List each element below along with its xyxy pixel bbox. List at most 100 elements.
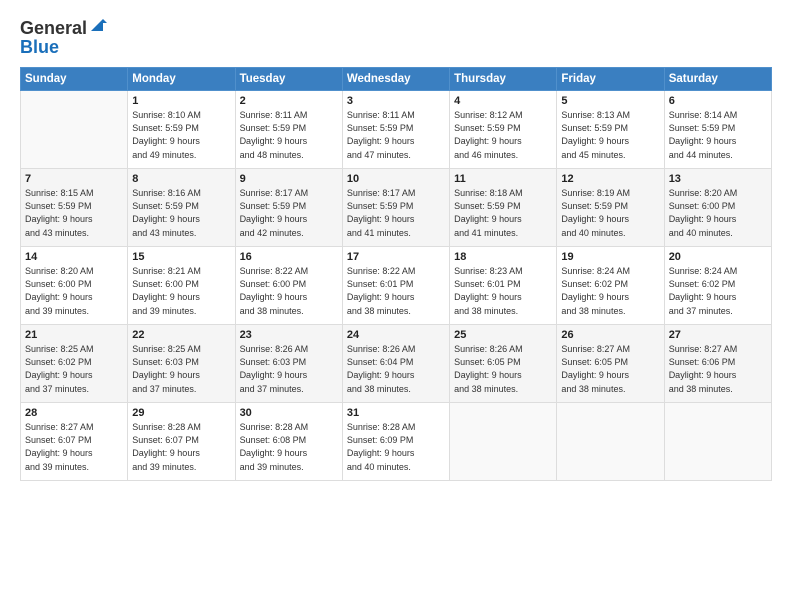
day-info: Sunrise: 8:15 AMSunset: 5:59 PMDaylight:… xyxy=(25,187,123,239)
calendar-cell: 28Sunrise: 8:27 AMSunset: 6:07 PMDayligh… xyxy=(21,403,128,481)
day-header-wednesday: Wednesday xyxy=(342,68,449,91)
calendar-cell: 12 Sunrise: 8:19 AMSunset: 5:59 PMDayligh… xyxy=(557,169,664,247)
calendar-cell: 8 Sunrise: 8:16 AMSunset: 5:59 PMDaylight… xyxy=(128,169,235,247)
calendar-cell xyxy=(557,403,664,481)
calendar-cell: 14 Sunrise: 8:20 AMSunset: 6:00 PMDayligh… xyxy=(21,247,128,325)
day-info: Sunrise: 8:16 AMSunset: 5:59 PMDaylight:… xyxy=(132,187,230,239)
calendar-cell: 4 Sunrise: 8:12 AMSunset: 5:59 PMDaylight… xyxy=(450,91,557,169)
logo-blue: Blue xyxy=(20,37,107,58)
logo-general: General xyxy=(20,18,87,39)
calendar-cell: 25 Sunrise: 8:26 AMSunset: 6:05 PMDayligh… xyxy=(450,325,557,403)
day-number: 2 xyxy=(240,95,338,107)
day-info: Sunrise: 8:19 AMSunset: 5:59 PMDaylight:… xyxy=(561,187,659,239)
day-number: 27 xyxy=(669,329,767,341)
day-number: 29 xyxy=(132,407,230,419)
calendar-cell: 23 Sunrise: 8:26 AMSunset: 6:03 PMDayligh… xyxy=(235,325,342,403)
header: General Blue xyxy=(20,18,772,57)
header-row: SundayMondayTuesdayWednesdayThursdayFrid… xyxy=(21,68,772,91)
day-header-thursday: Thursday xyxy=(450,68,557,91)
day-info: Sunrise: 8:14 AMSunset: 5:59 PMDaylight:… xyxy=(669,109,767,161)
day-number: 17 xyxy=(347,251,445,263)
day-number: 26 xyxy=(561,329,659,341)
day-number: 4 xyxy=(454,95,552,107)
day-info: Sunrise: 8:27 AMSunset: 6:07 PMDaylight:… xyxy=(25,421,123,473)
calendar-cell xyxy=(664,403,771,481)
calendar-cell: 22 Sunrise: 8:25 AMSunset: 6:03 PMDayligh… xyxy=(128,325,235,403)
day-info: Sunrise: 8:11 AMSunset: 5:59 PMDaylight:… xyxy=(240,109,338,161)
day-number: 15 xyxy=(132,251,230,263)
day-number: 19 xyxy=(561,251,659,263)
day-info: Sunrise: 8:26 AMSunset: 6:03 PMDaylight:… xyxy=(240,343,338,395)
calendar-cell: 7 Sunrise: 8:15 AMSunset: 5:59 PMDaylight… xyxy=(21,169,128,247)
day-info: Sunrise: 8:24 AMSunset: 6:02 PMDaylight:… xyxy=(669,265,767,317)
day-info: Sunrise: 8:22 AMSunset: 6:00 PMDaylight:… xyxy=(240,265,338,317)
calendar-cell: 5Sunrise: 8:13 AMSunset: 5:59 PMDaylight… xyxy=(557,91,664,169)
calendar-cell: 26 Sunrise: 8:27 AMSunset: 6:05 PMDayligh… xyxy=(557,325,664,403)
day-header-monday: Monday xyxy=(128,68,235,91)
calendar-cell: 17Sunrise: 8:22 AMSunset: 6:01 PMDayligh… xyxy=(342,247,449,325)
calendar-cell: 6 Sunrise: 8:14 AMSunset: 5:59 PMDaylight… xyxy=(664,91,771,169)
calendar-cell: 11Sunrise: 8:18 AMSunset: 5:59 PMDayligh… xyxy=(450,169,557,247)
day-info: Sunrise: 8:24 AMSunset: 6:02 PMDaylight:… xyxy=(561,265,659,317)
day-number: 10 xyxy=(347,173,445,185)
calendar-cell: 30 Sunrise: 8:28 AMSunset: 6:08 PMDayligh… xyxy=(235,403,342,481)
day-number: 6 xyxy=(669,95,767,107)
calendar-cell xyxy=(450,403,557,481)
day-info: Sunrise: 8:25 AMSunset: 6:02 PMDaylight:… xyxy=(25,343,123,395)
day-number: 7 xyxy=(25,173,123,185)
day-number: 22 xyxy=(132,329,230,341)
day-info: Sunrise: 8:27 AMSunset: 6:05 PMDaylight:… xyxy=(561,343,659,395)
day-info: Sunrise: 8:17 AMSunset: 5:59 PMDaylight:… xyxy=(240,187,338,239)
week-row-2: 7 Sunrise: 8:15 AMSunset: 5:59 PMDaylight… xyxy=(21,169,772,247)
day-number: 21 xyxy=(25,329,123,341)
day-number: 20 xyxy=(669,251,767,263)
week-row-1: 1Sunrise: 8:10 AMSunset: 5:59 PMDaylight… xyxy=(21,91,772,169)
day-number: 30 xyxy=(240,407,338,419)
calendar-page: General Blue SundayMondayTuesdayWednesda… xyxy=(0,0,792,612)
calendar-cell: 15Sunrise: 8:21 AMSunset: 6:00 PMDayligh… xyxy=(128,247,235,325)
day-info: Sunrise: 8:26 AMSunset: 6:05 PMDaylight:… xyxy=(454,343,552,395)
day-number: 23 xyxy=(240,329,338,341)
day-header-friday: Friday xyxy=(557,68,664,91)
day-number: 24 xyxy=(347,329,445,341)
calendar-cell: 24 Sunrise: 8:26 AMSunset: 6:04 PMDayligh… xyxy=(342,325,449,403)
calendar-cell: 1Sunrise: 8:10 AMSunset: 5:59 PMDaylight… xyxy=(128,91,235,169)
day-info: Sunrise: 8:20 AMSunset: 6:00 PMDaylight:… xyxy=(669,187,767,239)
day-info: Sunrise: 8:17 AMSunset: 5:59 PMDaylight:… xyxy=(347,187,445,239)
day-number: 18 xyxy=(454,251,552,263)
day-info: Sunrise: 8:28 AMSunset: 6:07 PMDaylight:… xyxy=(132,421,230,473)
week-row-5: 28Sunrise: 8:27 AMSunset: 6:07 PMDayligh… xyxy=(21,403,772,481)
calendar-cell: 18 Sunrise: 8:23 AMSunset: 6:01 PMDayligh… xyxy=(450,247,557,325)
day-info: Sunrise: 8:28 AMSunset: 6:09 PMDaylight:… xyxy=(347,421,445,473)
day-info: Sunrise: 8:26 AMSunset: 6:04 PMDaylight:… xyxy=(347,343,445,395)
day-info: Sunrise: 8:25 AMSunset: 6:03 PMDaylight:… xyxy=(132,343,230,395)
calendar-cell: 3 Sunrise: 8:11 AMSunset: 5:59 PMDaylight… xyxy=(342,91,449,169)
day-info: Sunrise: 8:28 AMSunset: 6:08 PMDaylight:… xyxy=(240,421,338,473)
day-info: Sunrise: 8:18 AMSunset: 5:59 PMDaylight:… xyxy=(454,187,552,239)
day-number: 12 xyxy=(561,173,659,185)
calendar-cell: 9 Sunrise: 8:17 AMSunset: 5:59 PMDaylight… xyxy=(235,169,342,247)
day-number: 13 xyxy=(669,173,767,185)
day-number: 9 xyxy=(240,173,338,185)
day-number: 16 xyxy=(240,251,338,263)
day-number: 25 xyxy=(454,329,552,341)
day-number: 5 xyxy=(561,95,659,107)
calendar-cell: 29 Sunrise: 8:28 AMSunset: 6:07 PMDayligh… xyxy=(128,403,235,481)
calendar-table: SundayMondayTuesdayWednesdayThursdayFrid… xyxy=(20,67,772,481)
day-number: 3 xyxy=(347,95,445,107)
day-number: 14 xyxy=(25,251,123,263)
day-info: Sunrise: 8:23 AMSunset: 6:01 PMDaylight:… xyxy=(454,265,552,317)
calendar-cell: 19 Sunrise: 8:24 AMSunset: 6:02 PMDayligh… xyxy=(557,247,664,325)
calendar-cell: 31Sunrise: 8:28 AMSunset: 6:09 PMDayligh… xyxy=(342,403,449,481)
day-info: Sunrise: 8:12 AMSunset: 5:59 PMDaylight:… xyxy=(454,109,552,161)
day-header-sunday: Sunday xyxy=(21,68,128,91)
day-info: Sunrise: 8:20 AMSunset: 6:00 PMDaylight:… xyxy=(25,265,123,317)
week-row-4: 21 Sunrise: 8:25 AMSunset: 6:02 PMDayligh… xyxy=(21,325,772,403)
day-info: Sunrise: 8:11 AMSunset: 5:59 PMDaylight:… xyxy=(347,109,445,161)
calendar-cell: 20 Sunrise: 8:24 AMSunset: 6:02 PMDayligh… xyxy=(664,247,771,325)
calendar-cell: 13 Sunrise: 8:20 AMSunset: 6:00 PMDayligh… xyxy=(664,169,771,247)
day-number: 8 xyxy=(132,173,230,185)
calendar-cell xyxy=(21,91,128,169)
day-header-tuesday: Tuesday xyxy=(235,68,342,91)
calendar-cell: 10 Sunrise: 8:17 AMSunset: 5:59 PMDayligh… xyxy=(342,169,449,247)
